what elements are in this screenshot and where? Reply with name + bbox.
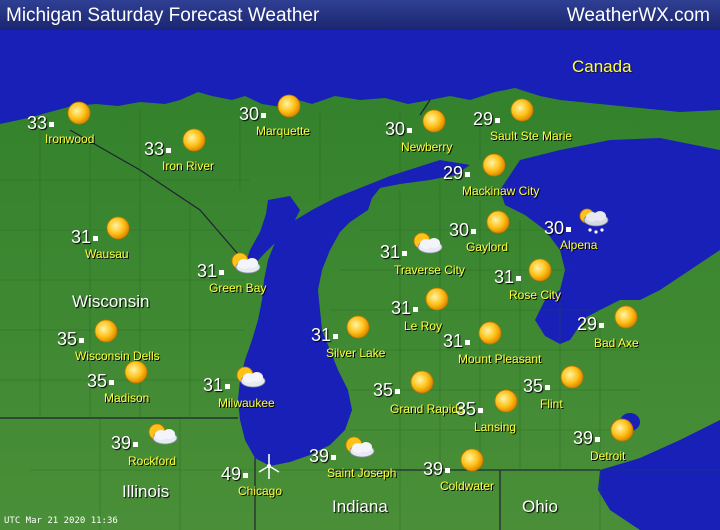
station-dot — [395, 389, 400, 394]
station-temperature: 49 — [221, 464, 242, 484]
station-dot — [471, 229, 476, 234]
station-dot — [261, 113, 266, 118]
station-city-label: Grand Rapids — [390, 402, 465, 416]
station-dot — [166, 148, 171, 153]
station-dot — [331, 455, 336, 460]
station-city-label: Milwaukee — [218, 396, 275, 410]
station-dot — [133, 442, 138, 447]
station-dot — [243, 473, 248, 478]
station-city-label: Iron River — [162, 159, 215, 173]
station-dot — [49, 122, 54, 127]
station-temperature: 29 — [443, 163, 464, 183]
station-city-label: Sault Ste Marie — [490, 129, 573, 143]
station-temperature: 30 — [449, 220, 470, 240]
station-temperature: 33 — [27, 113, 48, 133]
station-temperature: 39 — [111, 433, 132, 453]
region-label-illinois: Illinois — [122, 482, 170, 501]
page-title: Michigan Saturday Forecast Weather — [6, 5, 320, 26]
region-label-indiana: Indiana — [332, 497, 388, 516]
station-dot — [225, 384, 230, 389]
station-city-label: Rose City — [509, 288, 562, 302]
station-temperature: 35 — [373, 380, 394, 400]
station-temperature: 31 — [71, 227, 92, 247]
station-temperature: 29 — [473, 109, 494, 129]
station-temperature: 29 — [577, 314, 598, 334]
station-city-label: Green Bay — [209, 281, 267, 295]
station-temperature: 39 — [309, 446, 330, 466]
station-dot — [109, 380, 114, 385]
station-city-label: Le Roy — [404, 319, 443, 333]
station-dot — [465, 172, 470, 177]
station-temperature: 30 — [544, 218, 565, 238]
station-temperature: 39 — [423, 459, 444, 479]
station-temperature: 33 — [144, 139, 165, 159]
station-temperature: 35 — [456, 399, 477, 419]
station-temperature: 35 — [87, 371, 108, 391]
station-dot — [566, 227, 571, 232]
station-city-label: Wausau — [85, 247, 129, 261]
station-dot — [595, 437, 600, 442]
station-dot — [478, 408, 483, 413]
region-label-wisconsin: Wisconsin — [72, 292, 150, 311]
station-dot — [599, 323, 604, 328]
station-city-label: Lansing — [474, 420, 517, 434]
station-city-label: Gaylord — [466, 240, 509, 254]
header-bar: Michigan Saturday Forecast Weather Weath… — [0, 0, 720, 30]
station-dot — [545, 385, 550, 390]
station-city-label: Newberry — [401, 140, 453, 154]
brand-link[interactable]: WeatherWX.com — [567, 5, 710, 27]
station-city-label: Chicago — [238, 484, 283, 498]
station-temperature: 31 — [197, 261, 218, 281]
station-dot — [402, 251, 407, 256]
station-city-label: Traverse City — [394, 263, 465, 277]
forecast-map: Michigan Saturday Forecast Weather Weath… — [0, 0, 720, 530]
timestamp: UTC Mar 21 2020 11:36 — [4, 516, 118, 526]
station-dot — [79, 338, 84, 343]
station-city-label: Ironwood — [45, 132, 95, 146]
station-city-label: Mackinaw City — [462, 184, 540, 198]
region-label-canada: Canada — [572, 57, 632, 76]
station-dot — [93, 236, 98, 241]
station-city-label: Marquette — [256, 124, 311, 138]
station-dot — [413, 307, 418, 312]
station-temperature: 35 — [523, 376, 544, 396]
station-dot — [407, 128, 412, 133]
station-temperature: 30 — [239, 104, 260, 124]
station-temperature: 31 — [443, 331, 464, 351]
station-temperature: 39 — [573, 428, 594, 448]
station-dot — [219, 270, 224, 275]
station-temperature: 31 — [494, 267, 515, 287]
station-city-label: Detroit — [590, 449, 626, 463]
station-temperature: 31 — [380, 242, 401, 262]
station-dot — [333, 334, 338, 339]
station-city-label: Mount Pleasant — [458, 352, 542, 366]
station-dot — [465, 340, 470, 345]
station-dot — [495, 118, 500, 123]
station-city-label: Madison — [104, 391, 150, 405]
station-temperature: 35 — [57, 329, 78, 349]
station-city-label: Coldwater — [440, 479, 495, 493]
region-label-ohio: Ohio — [522, 497, 558, 516]
station-city-label: Alpena — [560, 238, 598, 252]
station-city-label: Flint — [540, 397, 563, 411]
station-temperature: 31 — [391, 298, 412, 318]
station-temperature: 31 — [311, 325, 332, 345]
station-temperature: 31 — [203, 375, 224, 395]
station-city-label: Silver Lake — [326, 346, 386, 360]
station-city-label: Rockford — [128, 454, 177, 468]
station-temperature: 30 — [385, 119, 406, 139]
station-dot — [516, 276, 521, 281]
station-city-label: Saint Joseph — [327, 466, 397, 480]
station-city-label: Bad Axe — [594, 336, 639, 350]
station-dot — [445, 468, 450, 473]
